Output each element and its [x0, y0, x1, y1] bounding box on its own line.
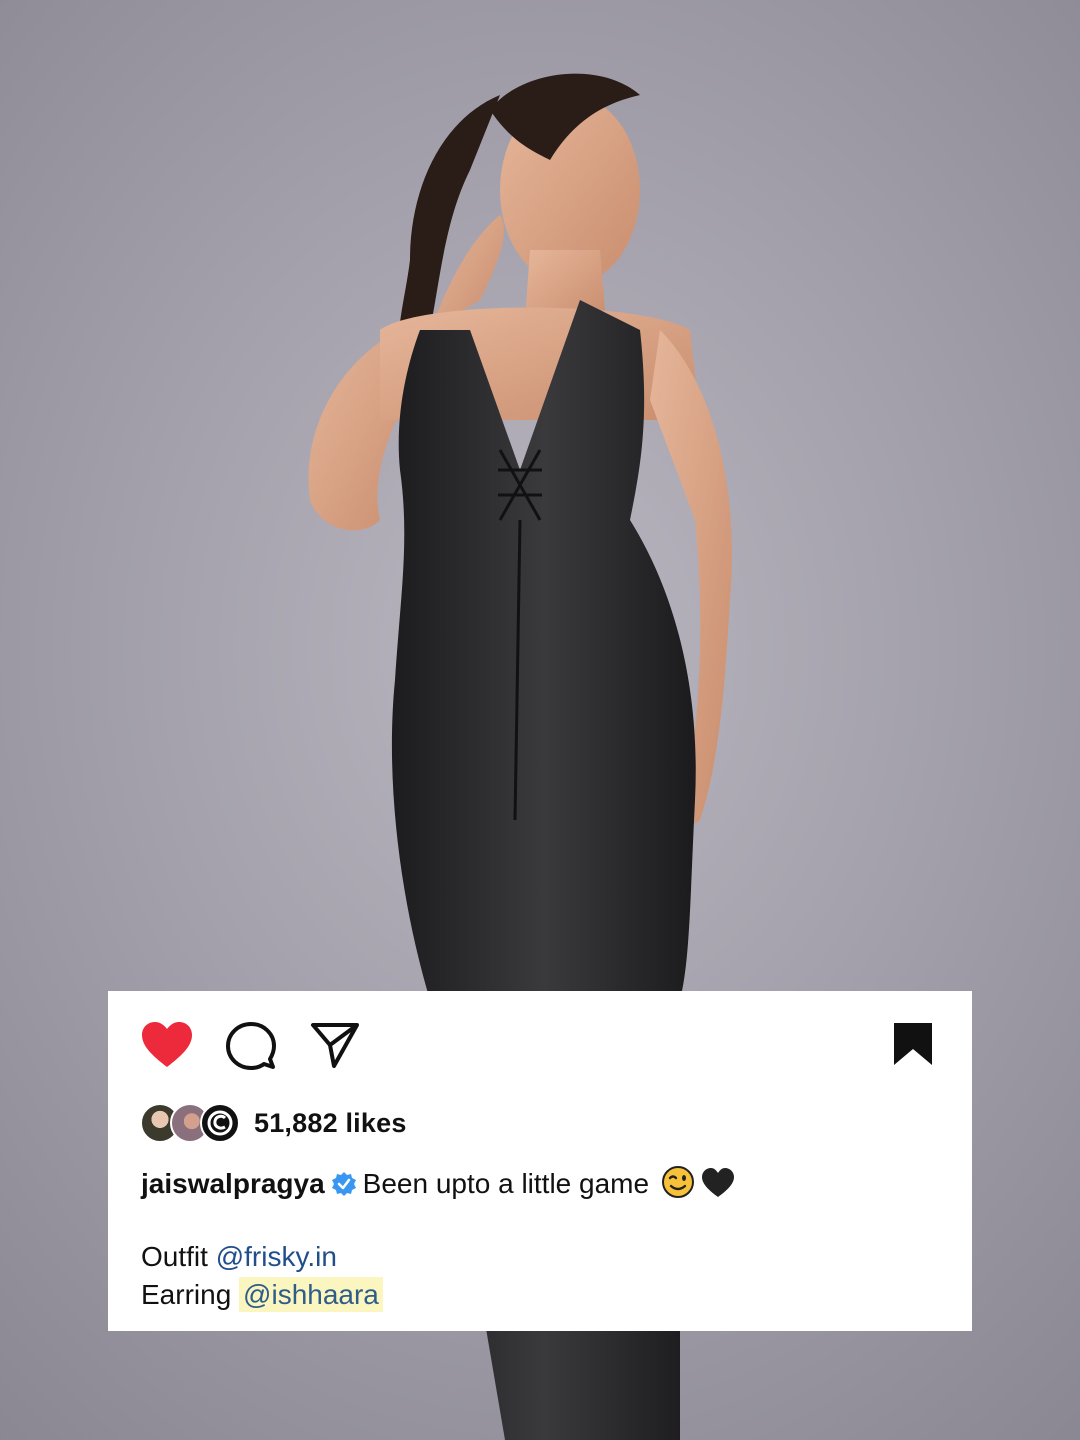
caption-text: jaiswalpragya Been upto a little game — [141, 1165, 735, 1200]
logo-icon — [207, 1110, 233, 1136]
likes-row[interactable]: 51,882 likes — [140, 1099, 407, 1147]
username-link[interactable]: jaiswalpragya — [141, 1168, 325, 1199]
avatar — [200, 1103, 240, 1143]
likes-count[interactable]: 51,882 likes — [254, 1108, 407, 1139]
outfit-mention-link[interactable]: @frisky.in — [216, 1241, 337, 1272]
send-icon[interactable] — [310, 1021, 360, 1069]
wink-emoji-icon — [662, 1166, 695, 1198]
liked-by-avatars[interactable] — [140, 1099, 250, 1147]
earring-label: Earring — [141, 1279, 232, 1310]
outfit-label: Outfit — [141, 1241, 208, 1272]
caption-earring-line: Earring @ishhaara — [141, 1277, 383, 1312]
heart-filled-icon[interactable] — [140, 1021, 194, 1069]
verified-badge-icon — [331, 1172, 356, 1196]
earring-mention-link[interactable]: @ishhaara — [239, 1277, 383, 1312]
caption-outfit-line: Outfit @frisky.in — [141, 1241, 337, 1273]
bookmark-filled-icon[interactable] — [892, 1021, 934, 1067]
caption-body: Been upto a little game — [362, 1168, 650, 1199]
black-heart-emoji-icon — [702, 1168, 735, 1197]
comment-icon[interactable] — [226, 1021, 276, 1071]
post-card: 51,882 likes jaiswalpragya Been upto a l… — [108, 991, 972, 1331]
